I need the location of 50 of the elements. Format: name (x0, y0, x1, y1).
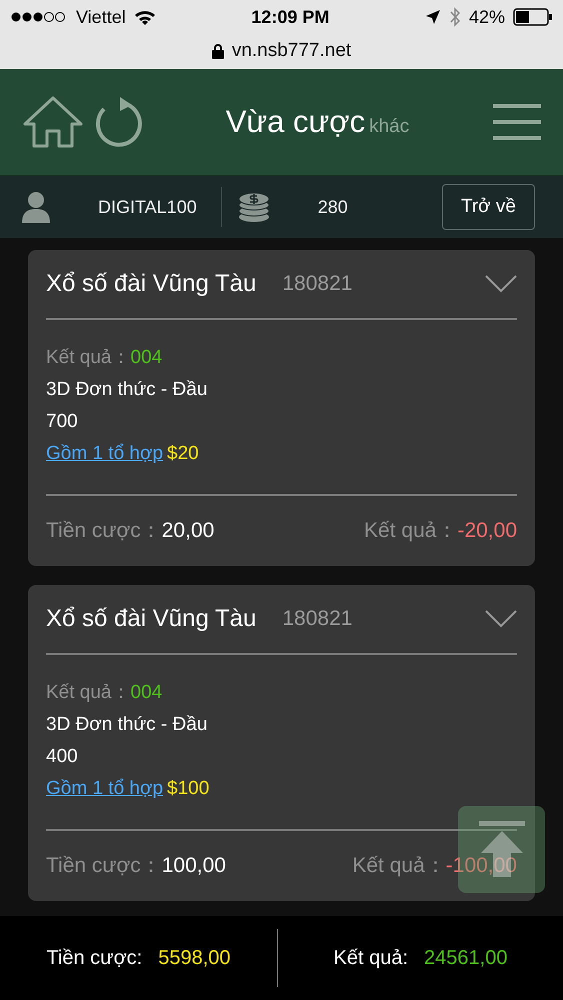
bluetooth-icon (448, 7, 461, 27)
combination-link[interactable]: Gồm 1 tổ hợp (46, 773, 164, 805)
bet-type: 3D Đơn thức - Đầu (46, 714, 208, 735)
back-button[interactable]: Trở về (442, 184, 535, 230)
username: DIGITAL100 (98, 196, 197, 218)
balance-amount: 280 (318, 196, 349, 218)
home-button[interactable] (22, 95, 84, 149)
win-label: Kết quả： (364, 518, 458, 544)
result-label: Kết quả： (46, 347, 130, 368)
wifi-icon (134, 9, 156, 25)
battery-percent: 42% (468, 6, 505, 28)
bet-title: Xổ số đài Vũng Tàu (46, 604, 256, 634)
win-amount: -20,00 (457, 518, 517, 544)
menu-icon (493, 104, 541, 140)
total-stake: 5598,00 (158, 946, 231, 971)
signal-icon (10, 10, 68, 24)
stake-amount: 20,00 (162, 518, 216, 544)
stake-amount: 100,00 (162, 853, 227, 880)
chevron-down-icon[interactable] (485, 275, 517, 293)
menu-button[interactable] (493, 104, 541, 140)
combination-amount: $100 (167, 777, 210, 801)
coins-icon (238, 191, 270, 223)
chevron-down-icon[interactable] (485, 610, 517, 628)
total-result-label: Kết quả: (334, 946, 408, 971)
result-number: 004 (130, 347, 162, 368)
bet-number: 400 (46, 746, 78, 767)
battery-icon (512, 8, 553, 26)
user-icon (22, 191, 50, 223)
page-title: Vừa cược (226, 102, 366, 141)
page-url: vn.nsb777.net (232, 39, 352, 64)
clock-time: 12:09 PM (250, 6, 330, 28)
combination-amount: $20 (167, 442, 199, 466)
result-number: 004 (130, 682, 162, 703)
win-label: Kết quả： (352, 853, 446, 880)
draw-number: 180821 (282, 271, 354, 298)
combination-link[interactable]: Gồm 1 tổ hợp (46, 438, 164, 470)
home-icon (22, 95, 84, 149)
bet-title: Xổ số đài Vũng Tàu (46, 269, 256, 299)
bet-number: 700 (46, 411, 78, 432)
lock-icon (212, 44, 224, 59)
stake-label: Tiền cược： (46, 853, 162, 880)
bet-type: 3D Đơn thức - Đầu (46, 379, 208, 400)
stake-label: Tiền cược： (46, 518, 162, 544)
total-result: 24561,00 (424, 946, 508, 971)
page-subtitle: khác (369, 114, 410, 139)
draw-number: 180821 (282, 606, 354, 632)
location-icon (424, 9, 441, 25)
carrier-name: Viettel (76, 6, 126, 28)
result-label: Kết quả： (46, 682, 130, 703)
total-stake-label: Tiền cược: (46, 946, 142, 971)
